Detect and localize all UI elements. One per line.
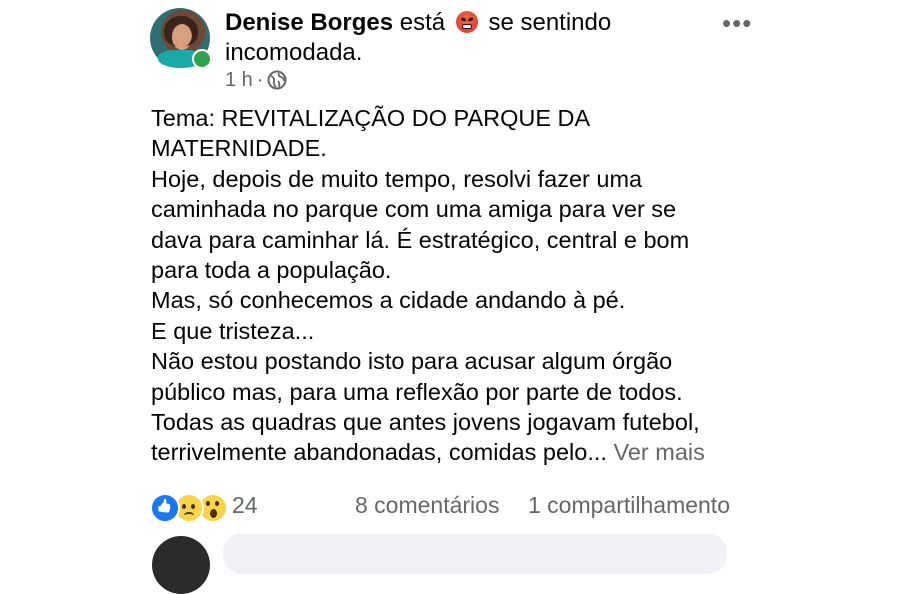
post-line: para toda a população.	[151, 257, 392, 284]
post-line-last: terrivelmente abandonadas, comidas pelo.…	[151, 437, 771, 467]
avatar-hair	[164, 16, 198, 46]
post-line: Tema: REVITALIZAÇÃO DO PARQUE DA	[151, 105, 591, 131]
post-meta: 1 h ·	[225, 68, 287, 92]
globe-icon[interactable]	[267, 70, 287, 90]
post-line-truncated: terrivelmente abandonadas, comidas pelo.…	[151, 439, 607, 466]
post-line: Todas as quadras que antes jovens jogava…	[151, 409, 700, 436]
reaction-count[interactable]: 24	[232, 492, 258, 519]
commenter-avatar[interactable]	[152, 536, 210, 594]
post-line: Hoje, depois de muito tempo, resolvi faz…	[151, 165, 643, 192]
comments-count[interactable]: 8 comentários	[355, 492, 499, 519]
status-feeling-prefix: se sentindo	[488, 9, 612, 36]
post-line: público mas, para uma reflexão por parte…	[151, 378, 683, 405]
comment-bubble[interactable]	[223, 534, 727, 574]
shares-count[interactable]: 1 compartilhamento	[528, 492, 730, 519]
angry-face-icon	[455, 11, 478, 33]
post-line: dava para caminhar lá. É estratégico, ce…	[151, 226, 690, 253]
more-options-icon[interactable]: •••	[722, 10, 752, 36]
post-line: MATERNIDADE.	[151, 135, 327, 162]
post-line: Não estou postando isto para acusar algu…	[151, 348, 673, 375]
feeling-text: incomodada.	[225, 39, 363, 66]
post-footer: 24 8 comentários 1 compartilhamento	[150, 490, 760, 524]
post-line: caminhada no parque com uma amiga para v…	[151, 196, 677, 223]
post-line: E que tristeza...	[151, 317, 315, 344]
meta-separator: ·	[256, 69, 264, 91]
see-more-link[interactable]: Ver mais	[613, 439, 704, 465]
status-verb: está	[399, 9, 446, 36]
online-status-dot	[192, 49, 212, 69]
like-icon	[150, 493, 180, 523]
author-name[interactable]: Denise Borges	[225, 9, 393, 36]
post-line: Mas, só conhecemos a cidade andando à pé…	[151, 287, 626, 314]
reactions-summary[interactable]	[150, 493, 228, 523]
post-body: Tema: REVITALIZAÇÃO DO PARQUE DA MATERNI…	[151, 103, 771, 468]
post-header: Denise Borges está se sentindo	[225, 8, 611, 38]
post-timestamp[interactable]: 1 h	[225, 68, 253, 92]
